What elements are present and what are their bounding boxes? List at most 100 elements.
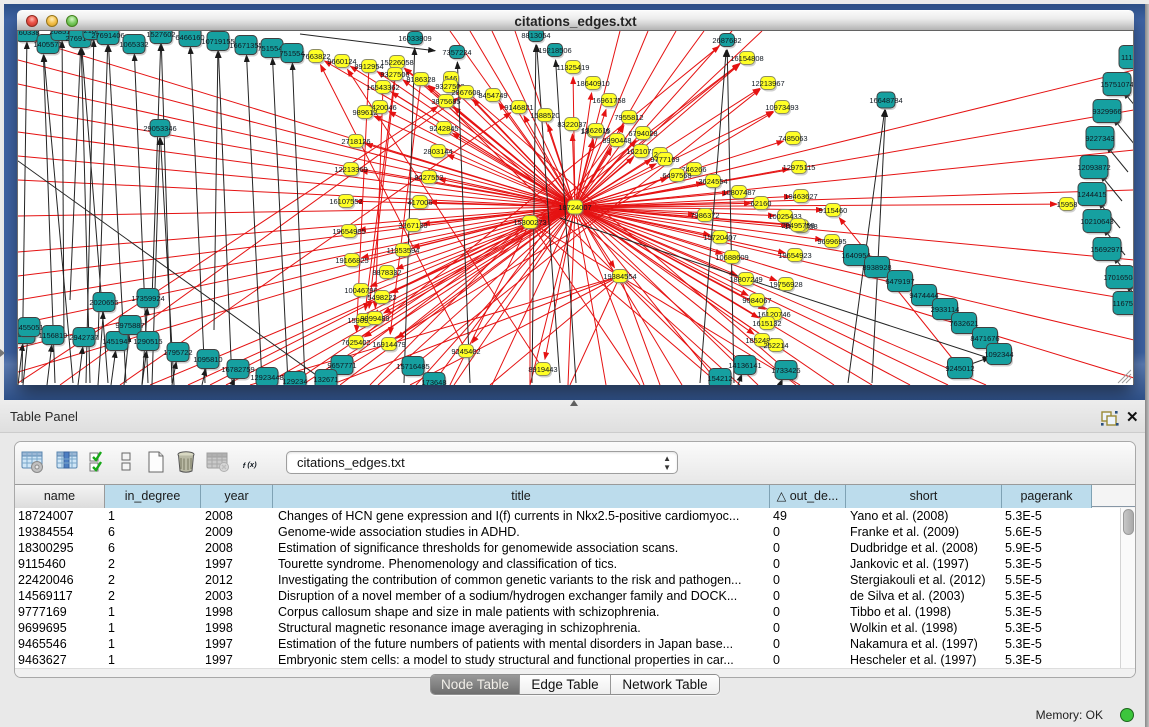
svg-text:1527602: 1527602 <box>146 31 175 39</box>
svg-text:8990448: 8990448 <box>602 136 631 145</box>
svg-text:19218506: 19218506 <box>538 46 571 55</box>
svg-text:10973493: 10973493 <box>765 103 798 112</box>
svg-text:12975115: 12975115 <box>783 163 816 172</box>
svg-text:7663822: 7663822 <box>301 52 330 61</box>
svg-text:1588520: 1588520 <box>530 111 559 120</box>
svg-text:9146821: 9146821 <box>504 103 533 112</box>
svg-text:154212: 154212 <box>707 374 732 383</box>
svg-text:15692971: 15692971 <box>1090 245 1123 254</box>
svg-text:19654985: 19654985 <box>332 227 365 236</box>
svg-text:10210643: 10210643 <box>1080 217 1113 226</box>
svg-text:9327506: 9327506 <box>380 70 409 79</box>
svg-text:11353594: 11353594 <box>387 246 420 255</box>
svg-text:1156819: 1156819 <box>39 331 68 340</box>
svg-text:19654923: 19654923 <box>778 251 811 260</box>
svg-text:27691406: 27691406 <box>91 31 124 40</box>
svg-text:16543362: 16543362 <box>366 83 399 92</box>
svg-text:9699695: 9699695 <box>817 237 846 246</box>
svg-text:111248: 111248 <box>1121 53 1133 62</box>
svg-text:129234: 129234 <box>282 377 307 385</box>
svg-text:6479197: 6479197 <box>885 277 914 286</box>
svg-text:9329966: 9329966 <box>1092 107 1121 116</box>
svg-text:9660124: 9660124 <box>327 57 356 66</box>
svg-text:15720407: 15720407 <box>703 233 736 242</box>
svg-text:2718126: 2718126 <box>341 137 370 146</box>
svg-text:15958: 15958 <box>1057 200 1078 209</box>
svg-text:7986372: 7986372 <box>690 211 719 220</box>
svg-text:18640910: 18640910 <box>576 79 609 88</box>
svg-text:(x): (x) <box>247 460 257 469</box>
svg-text:8919443: 8919443 <box>528 365 557 374</box>
svg-text:7357224: 7357224 <box>442 48 471 57</box>
svg-text:9474444: 9474444 <box>909 291 938 300</box>
svg-text:3875685: 3875685 <box>431 97 460 106</box>
svg-text:2020655: 2020655 <box>89 298 118 307</box>
svg-text:16154808: 16154808 <box>730 54 763 63</box>
svg-text:1092344: 1092344 <box>984 350 1013 359</box>
svg-text:12213967: 12213967 <box>751 79 784 88</box>
svg-text:173648: 173648 <box>421 378 446 385</box>
svg-text:1290515: 1290515 <box>133 337 162 346</box>
svg-text:8813054: 8813054 <box>521 31 550 40</box>
svg-text:f: f <box>243 461 247 470</box>
svg-text:9777169: 9777169 <box>650 155 679 164</box>
svg-text:6466160: 6466160 <box>175 33 204 42</box>
svg-text:1362615: 1362615 <box>581 126 610 135</box>
svg-text:7485063: 7485063 <box>778 134 807 143</box>
svg-text:19166825: 19166825 <box>335 256 368 265</box>
svg-text:11325419: 11325419 <box>557 63 590 72</box>
svg-text:5498222: 5498222 <box>367 293 396 302</box>
svg-text:9657771: 9657771 <box>327 361 356 370</box>
svg-text:19463627: 19463627 <box>784 192 817 201</box>
svg-text:17016504: 17016504 <box>1103 273 1133 282</box>
svg-text:16648784: 16648784 <box>869 96 902 105</box>
svg-text:12213369: 12213369 <box>334 165 367 174</box>
svg-text:15716485: 15716485 <box>396 362 429 371</box>
svg-text:9245012: 9245012 <box>945 364 974 373</box>
svg-text:7632621: 7632621 <box>949 319 978 328</box>
svg-text:9115460: 9115460 <box>819 206 848 215</box>
svg-text:1065332: 1065332 <box>119 40 148 49</box>
svg-text:6497568: 6497568 <box>662 171 691 180</box>
svg-text:62160: 62160 <box>751 199 772 208</box>
svg-text:10688609: 10688609 <box>715 253 748 262</box>
svg-text:8471676: 8471676 <box>970 334 999 343</box>
svg-text:3624554: 3624554 <box>698 177 727 186</box>
svg-text:15226058: 15226058 <box>380 58 413 67</box>
svg-text:2687682: 2687682 <box>712 36 741 45</box>
svg-text:7625402: 7625402 <box>341 338 370 347</box>
svg-text:10807487: 10807487 <box>722 188 755 197</box>
svg-text:1615132: 1615132 <box>752 319 781 328</box>
svg-text:9242845: 9242845 <box>429 124 458 133</box>
svg-text:15300273: 15300273 <box>513 218 546 227</box>
svg-text:12923448: 12923448 <box>250 373 283 382</box>
svg-text:19384554: 19384554 <box>603 272 636 281</box>
svg-text:29053346: 29053346 <box>143 124 176 133</box>
svg-text:15751074: 15751074 <box>1100 80 1133 89</box>
svg-text:8938928: 8938928 <box>862 263 891 272</box>
svg-text:8912954: 8912954 <box>354 62 383 71</box>
svg-text:989612: 989612 <box>352 108 377 117</box>
svg-text:2803144: 2803144 <box>423 147 452 156</box>
svg-text:9227343: 9227343 <box>1085 134 1114 143</box>
svg-text:16914479: 16914479 <box>372 340 405 349</box>
svg-text:9975887: 9975887 <box>115 321 144 330</box>
svg-text:252214: 252214 <box>763 341 788 350</box>
svg-text:16107552: 16107552 <box>329 197 362 206</box>
svg-text:2942737: 2942737 <box>69 333 98 342</box>
svg-text:16961758: 16961758 <box>592 96 625 105</box>
svg-text:19756928: 19756928 <box>769 280 802 289</box>
svg-text:16033809: 16033809 <box>398 34 431 43</box>
svg-text:8427552: 8427552 <box>414 173 443 182</box>
svg-text:1451947: 1451947 <box>102 337 131 346</box>
svg-text:8878332: 8878332 <box>372 268 401 277</box>
svg-text:12093872: 12093872 <box>1077 163 1110 172</box>
svg-text:9099489: 9099489 <box>360 314 389 323</box>
svg-text:18807249: 18807249 <box>729 275 762 284</box>
svg-text:18724007: 18724007 <box>558 203 591 212</box>
svg-text:17359924: 17359924 <box>131 294 164 303</box>
svg-text:417006: 417006 <box>407 198 432 207</box>
svg-text:1795722: 1795722 <box>163 348 192 357</box>
svg-text:7955812: 7955812 <box>614 113 643 122</box>
svg-text:132671: 132671 <box>313 375 338 384</box>
